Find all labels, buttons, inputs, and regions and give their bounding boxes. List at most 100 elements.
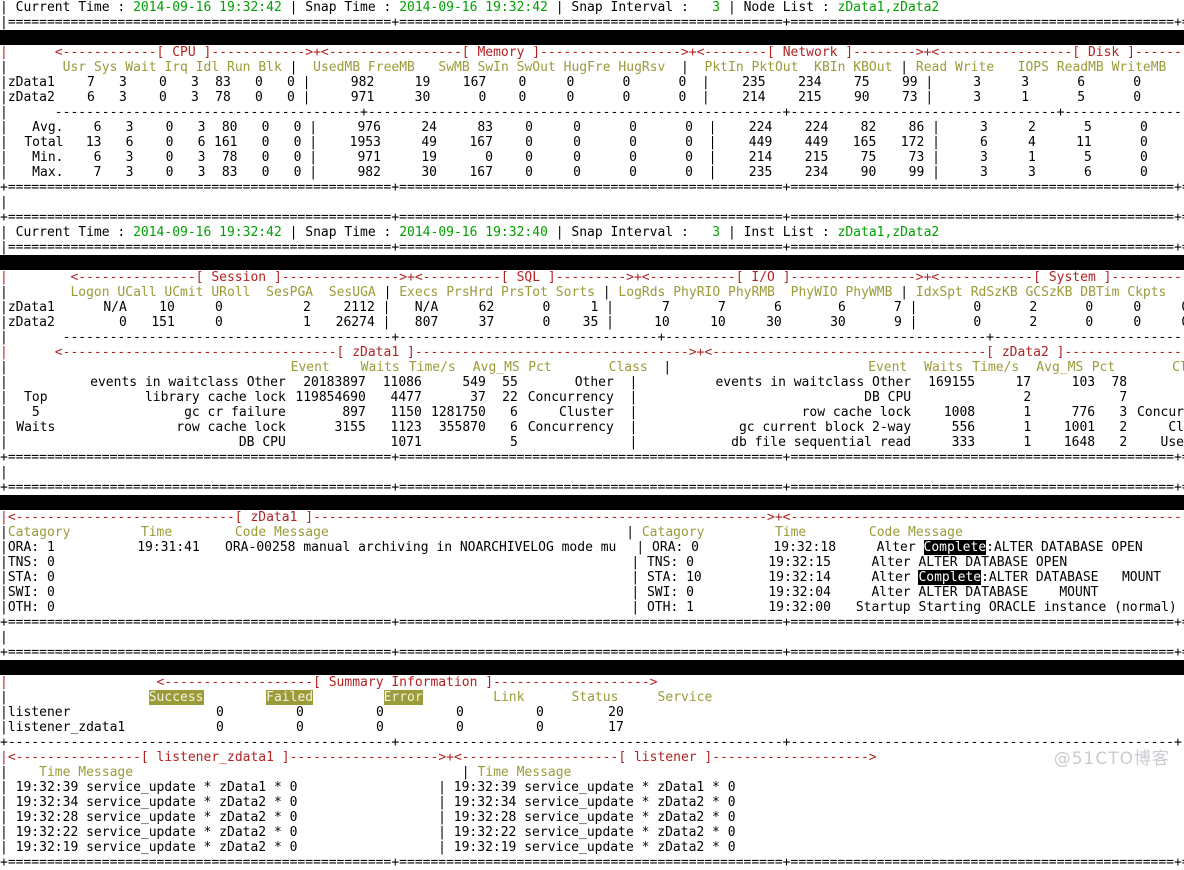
col-phywmb: PhyWMB [845,285,893,300]
cpu-run: 0 [261,135,270,150]
cpu-wait: 0 [165,165,174,180]
disk-readmb: 0 [1133,90,1142,105]
instance-name: zData2 [7,315,55,330]
col-failed: Failed [266,690,314,705]
val-error: 0 [376,720,384,735]
col-idl: Idl [195,60,220,75]
io-phywmb: 9 [893,315,902,330]
node-name: zData1 [7,75,55,90]
ses-ucall: 10 [159,300,175,315]
divider-dash: +---------------------------------------… [0,735,1184,750]
disk-read: 3 [979,165,988,180]
table-row: |zData1 N/A 10 0 2 2112 | N/A 62 0 1 | 77667 | 0… [0,300,1184,315]
group-label-disk: Disk [1087,45,1120,60]
snap-interval-value: 3 [712,225,721,240]
col-ucall: UCall [117,285,157,300]
snap-time-label: Snap Time : [305,225,392,240]
sep: | [555,0,564,15]
sql-execs: 807 [414,315,439,330]
cpu-blk: 0 [293,165,302,180]
disk-read: 3 [979,150,988,165]
a1-catagory: ORA: 1 [7,540,55,555]
w1-waits: 897 [342,405,366,420]
divider-double: +=======================================… [0,210,1184,225]
title-bar-right-arrows: ]>>>>>>>>>>>>>>>>>>>>>>>>>>>>>>>>>>>>>>>… [688,660,1184,675]
panel-title: Database Performance [493,255,650,270]
col-swmb: SwMB [438,60,470,75]
log0-message: service_update * zData2 * 0 [86,825,298,840]
mem-swout: 0 [573,150,581,165]
cpu-run: 0 [261,165,270,180]
ses-logon: N/A [103,300,127,315]
col-service: Service [657,690,713,705]
sql-execs: N/A [414,300,439,315]
mem-freemb: 19 [414,75,431,90]
col-error: Error [383,690,423,705]
mem-hugrsv: 0 [685,120,693,135]
net-kbin: 82 [860,120,877,135]
divider-double: +=======================================… [0,855,1184,870]
w1-times: 1150 [390,405,422,420]
w2-class: Cluster [1168,420,1184,435]
log-row: | 19:32:34 service_update * zData2 * 0 | … [0,795,736,810]
w1-class: Concurrency [527,390,614,405]
a2-code: Alter [871,585,911,600]
mem-usedmb: 982 [350,75,375,90]
val-link: 0 [456,705,464,720]
cpu-blk: 0 [293,135,302,150]
a1-catagory: TNS: 0 [7,555,55,570]
disk-writemb: 0 [1148,165,1184,180]
snap-interval-label: Snap Interval : [571,225,689,240]
w1-pct: 5 [510,435,518,450]
col-prstot: PrsTot [501,285,548,300]
db-statusbar: | Current Time : 2014-09-16 19:32:42 | S… [0,225,940,240]
net-pktin: 235 [748,165,773,180]
io-logrds: 7 [661,300,670,315]
w1-pct: 6 [510,420,518,435]
col-code: Code [868,525,901,540]
col-sorts: Sorts [555,285,595,300]
col-phyrio: PhyRIO [673,285,721,300]
disk-iops: 5 [1083,150,1092,165]
cpu-idl: 78 [215,90,231,105]
cpu-sys: 3 [125,150,134,165]
mem-swmb: 167 [462,75,487,90]
sql-sorts: 1 [590,300,599,315]
sql-prstot: 0 [542,315,551,330]
a2-catagory: TNS: 0 [646,555,694,570]
disk-writemb: 0 [1141,90,1184,105]
mem-swout: 0 [566,90,575,105]
cpu-sys: 3 [125,165,134,180]
log0-time: 19:32:22 [15,825,79,840]
net-kbout: 86 [908,120,925,135]
col-time: Time [140,525,173,540]
ses-ucmit: 0 [214,300,223,315]
cpu-idl: 83 [215,75,231,90]
cpu-sys: 3 [118,90,127,105]
w2-event: gc current block 2-way [738,420,912,435]
col-gcszkb: GCSzKB [1025,285,1073,300]
w1-times: 1123 [390,420,422,435]
w1-class: Concurrency [527,420,614,435]
val-service: 20 [608,705,624,720]
waits-row: | Top library cache lock 119854690 4477 37 22 C… [0,390,1128,405]
disk-iops: 5 [1077,90,1086,105]
waits-side-label: 5 [31,405,40,420]
net-kbin: 75 [853,75,870,90]
sys-dbtim: 0 [1133,315,1142,330]
w1-class: Cluster [559,405,614,420]
w2-waits: 1008 [943,405,976,420]
col-phyrmb: PhyRMB [728,285,775,300]
col-time: Time [39,765,71,780]
a2-time: 19:32:18 [773,540,837,555]
a2-code: Startup [855,600,911,615]
ses-sespga: 2 [302,300,311,315]
group-label-io: I/O [751,270,775,285]
waits-row: | DB CPU 1071 5 | db file sequential read 33… [0,435,1184,450]
listener-row: |listener_zdata1 0 0 0 0 0 17 [0,720,624,735]
col-rdszkb: RdSzKB [970,285,1018,300]
listener-name: listener [7,705,71,720]
cpu-sys: 3 [125,120,134,135]
col-blk: Blk [258,60,282,75]
net-pktout: 215 [798,90,822,105]
